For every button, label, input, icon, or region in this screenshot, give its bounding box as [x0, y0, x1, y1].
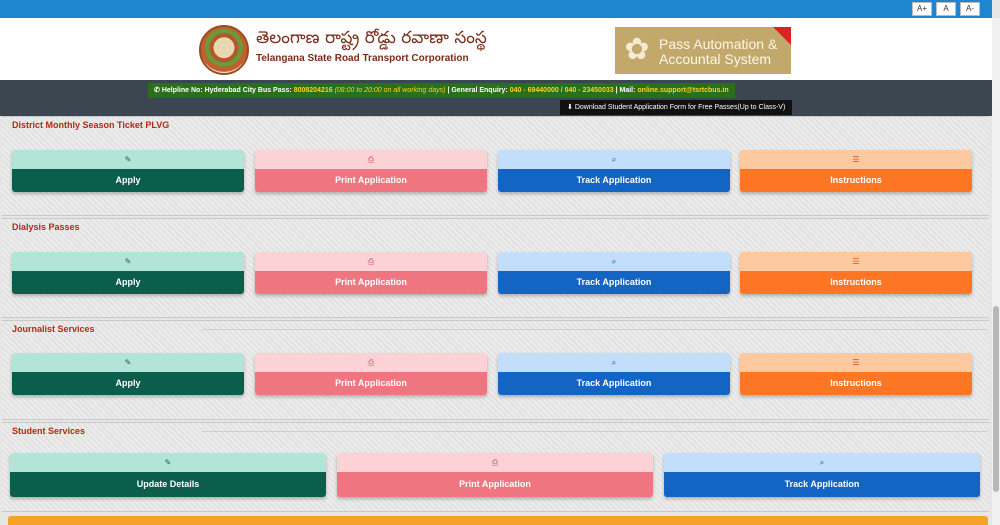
- update-label: Update Details: [10, 472, 326, 497]
- instructions-button[interactable]: ☰ Instructions: [740, 150, 972, 192]
- track-application-button[interactable]: ⌕ Track Application: [664, 453, 980, 497]
- track-label: Track Application: [498, 169, 730, 192]
- font-size-controls: A+ A A-: [912, 2, 980, 16]
- print-application-button[interactable]: ⎙ Print Application: [337, 453, 653, 497]
- helpline-label: Helpline No: Hyderabad City Bus Pass:: [161, 87, 292, 94]
- search-icon: ⌕: [664, 453, 980, 472]
- mail-label: | Mail:: [615, 87, 636, 94]
- apply-button[interactable]: ✎ Apply: [12, 353, 244, 395]
- mail-link[interactable]: online.support@tsrtcbus.in: [637, 87, 728, 94]
- print-application-button[interactable]: ⎙ Print Application: [255, 252, 487, 294]
- section-dialysis-passes: Dialysis Passes ✎ Apply ⎙ Print Applicat…: [2, 218, 989, 318]
- section-title: Student Services: [12, 426, 86, 436]
- enquiry-label: | General Enquiry:: [447, 87, 508, 94]
- instructions-button[interactable]: ☰ Instructions: [740, 252, 972, 294]
- tsrtc-emblem-logo: [199, 25, 249, 75]
- search-icon: ⌕: [498, 150, 730, 169]
- edit-icon: ✎: [10, 453, 326, 472]
- track-label: Track Application: [498, 372, 730, 395]
- pas-logo: ✿ Pass Automation & Accountal System: [615, 27, 791, 74]
- print-icon: ⎙: [255, 252, 487, 271]
- next-section-bar: [8, 516, 988, 525]
- top-bar: A+ A A-: [0, 0, 992, 18]
- instructions-label: Instructions: [740, 169, 972, 192]
- track-label: Track Application: [664, 472, 980, 497]
- title-english: Telangana State Road Transport Corporati…: [256, 53, 469, 64]
- list-icon: ☰: [740, 150, 972, 169]
- track-application-button[interactable]: ⌕ Track Application: [498, 150, 730, 192]
- section-journalist-services: Journalist Services ✎ Apply ⎙ Print Appl…: [2, 320, 989, 420]
- apply-label: Apply: [12, 372, 244, 395]
- download-label: Download Student Application Form for Fr…: [574, 104, 786, 111]
- flower-logo-icon: ✿: [624, 33, 650, 66]
- instructions-button[interactable]: ☰ Instructions: [740, 353, 972, 395]
- helpline-hours: (08:00 to 20:00 on all working days): [334, 87, 446, 94]
- edit-icon: ✎: [12, 353, 244, 372]
- title-telugu: తెలంగాణ రాష్ట్ర రోడ్డు రవాణా సంస్థ: [256, 28, 487, 48]
- section-divider: [202, 431, 988, 432]
- enquiry-numbers: 040 - 69440000 / 040 - 23450033: [509, 87, 614, 94]
- search-icon: ⌕: [498, 353, 730, 372]
- update-details-button[interactable]: ✎ Update Details: [10, 453, 326, 497]
- track-application-button[interactable]: ⌕ Track Application: [498, 252, 730, 294]
- pas-line1: Pass Automation &: [659, 36, 778, 52]
- helpline-banner: ✆ Helpline No: Hyderabad City Bus Pass: …: [148, 83, 735, 98]
- print-label: Print Application: [337, 472, 653, 497]
- print-icon: ⎙: [255, 353, 487, 372]
- track-application-button[interactable]: ⌕ Track Application: [498, 353, 730, 395]
- download-icon: ⬇: [567, 104, 575, 111]
- vertical-scrollbar[interactable]: [992, 18, 1000, 525]
- apply-button[interactable]: ✎ Apply: [12, 150, 244, 192]
- download-form-link[interactable]: ⬇ Download Student Application Form for …: [560, 100, 792, 115]
- search-icon: ⌕: [498, 252, 730, 271]
- section-divider: [202, 329, 988, 330]
- site-header: తెలంగాణ రాష్ట్ర రోడ్డు రవాణా సంస్థ Telan…: [0, 18, 992, 80]
- pas-line2: Accountal System: [659, 51, 772, 67]
- apply-label: Apply: [12, 271, 244, 294]
- section-district-monthly: District Monthly Season Ticket PLVG ✎ Ap…: [2, 116, 989, 216]
- font-increase-button[interactable]: A+: [912, 2, 932, 16]
- print-icon: ⎙: [337, 453, 653, 472]
- section-title: Dialysis Passes: [12, 222, 80, 232]
- print-label: Print Application: [255, 372, 487, 395]
- print-label: Print Application: [255, 169, 487, 192]
- font-decrease-button[interactable]: A-: [960, 2, 980, 16]
- instructions-label: Instructions: [740, 271, 972, 294]
- track-label: Track Application: [498, 271, 730, 294]
- section-student-services: Student Services ✎ Update Details ⎙ Prin…: [2, 422, 989, 512]
- print-application-button[interactable]: ⎙ Print Application: [255, 353, 487, 395]
- section-title: District Monthly Season Ticket PLVG: [12, 120, 170, 130]
- section-title: Journalist Services: [12, 324, 95, 334]
- edit-icon: ✎: [12, 252, 244, 271]
- corner-ribbon: [773, 27, 791, 45]
- list-icon: ☰: [740, 353, 972, 372]
- list-icon: ☰: [740, 252, 972, 271]
- instructions-label: Instructions: [740, 372, 972, 395]
- print-label: Print Application: [255, 271, 487, 294]
- print-application-button[interactable]: ⎙ Print Application: [255, 150, 487, 192]
- edit-icon: ✎: [12, 150, 244, 169]
- helpline-number: 8008204216: [293, 87, 333, 94]
- apply-label: Apply: [12, 169, 244, 192]
- print-icon: ⎙: [255, 150, 487, 169]
- scrollbar-thumb[interactable]: [993, 306, 999, 492]
- font-reset-button[interactable]: A: [936, 2, 956, 16]
- helpline-icon: ✆: [154, 87, 162, 94]
- apply-button[interactable]: ✎ Apply: [12, 252, 244, 294]
